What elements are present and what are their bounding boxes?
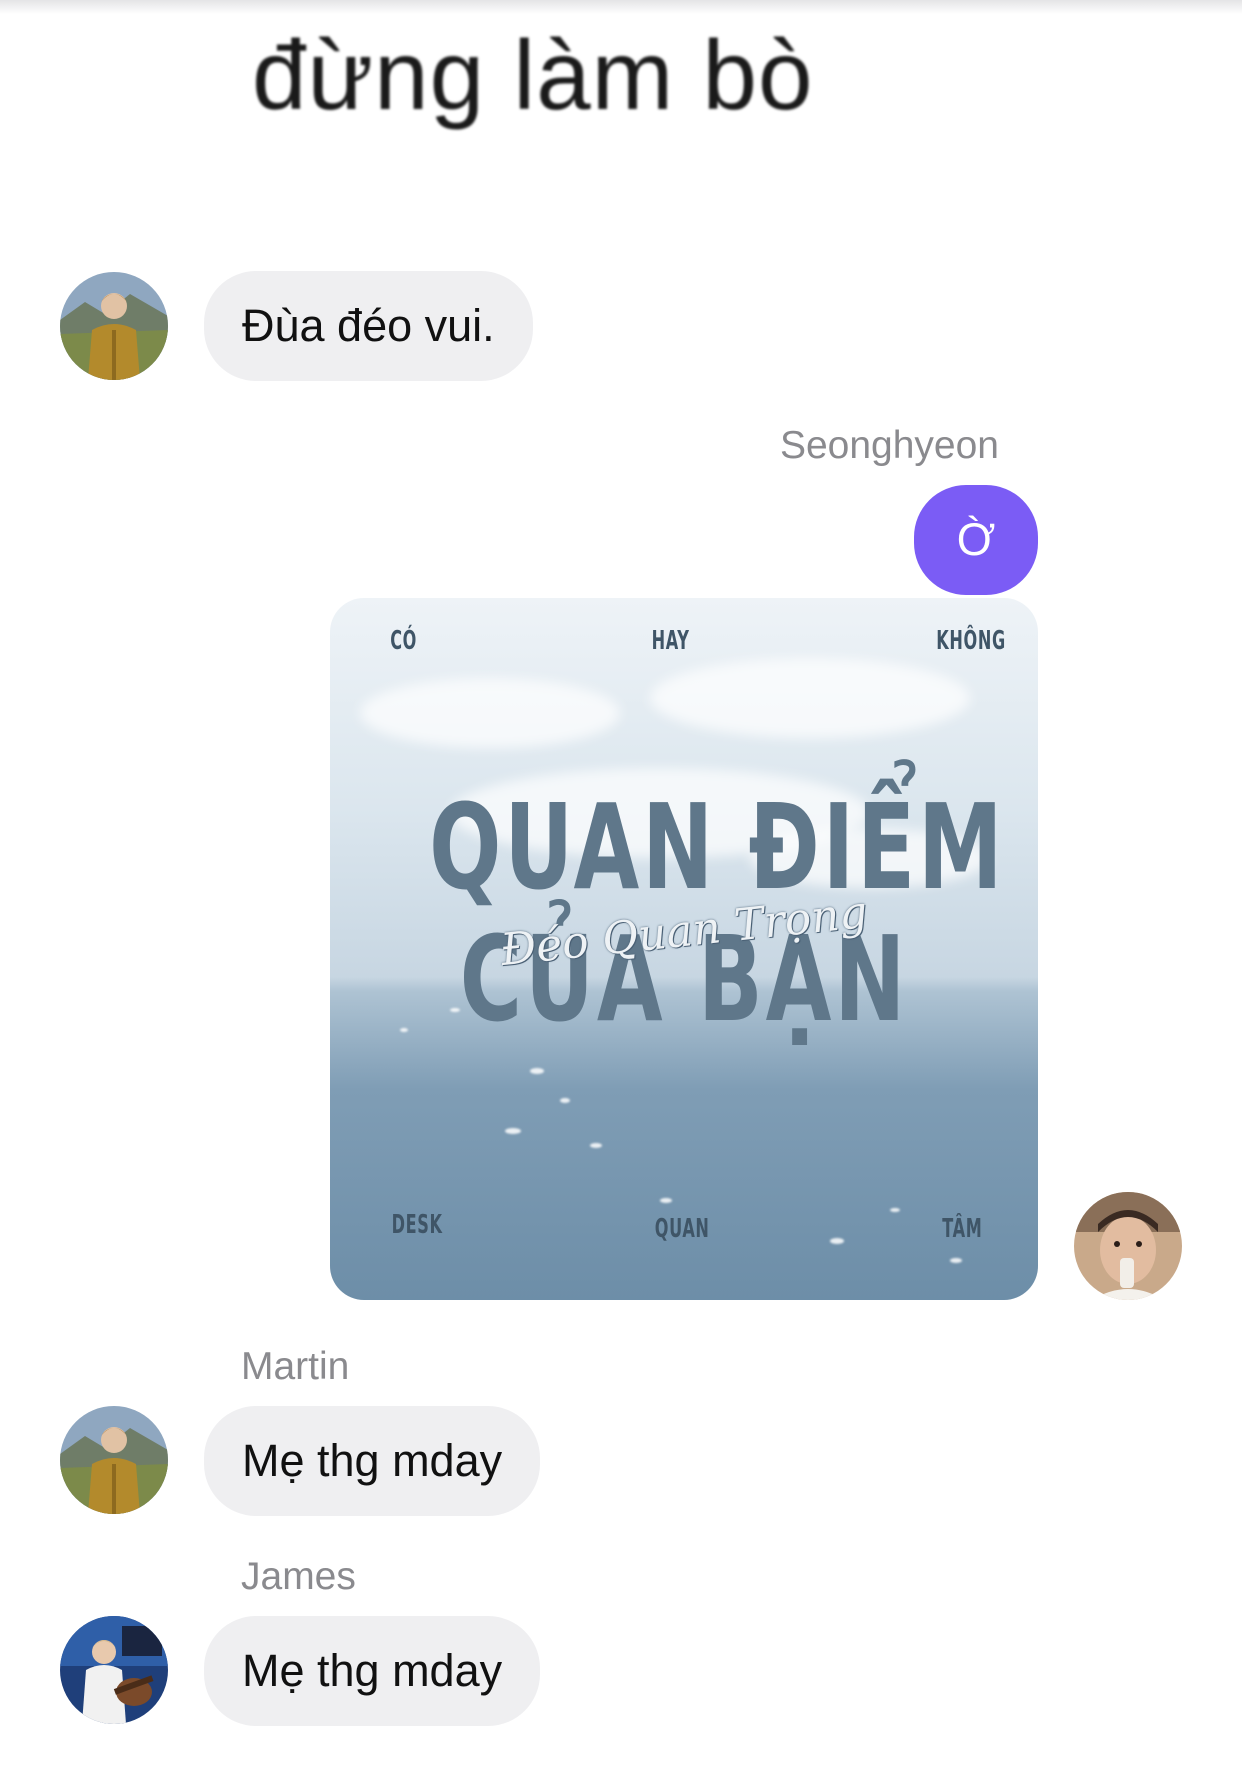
sender-name-seonghyeon: Seonghyeon [779,424,999,467]
avatar-outdoor[interactable] [60,272,168,380]
avatar-guitar[interactable] [60,1616,168,1724]
outgoing-message-bubble[interactable]: Ờ [914,485,1038,595]
cover-word: HAY [651,626,690,656]
cover-word: KHÔNG [936,626,1006,656]
message-bubble[interactable]: Đùa đéo vui. [204,271,533,381]
message-bubble[interactable]: Mẹ thg mday [204,1406,541,1516]
meme-image-caption: đừng làm bò [252,20,814,130]
avatar-outdoor[interactable] [60,1406,168,1514]
sender-name-martin: Martin [241,1345,350,1388]
cover-word: DESK [391,1210,443,1240]
sender-name-james: James [241,1555,356,1598]
cover-word: CÓ [390,626,417,656]
top-edge-shadow [0,0,1242,14]
cover-word: TÂM [942,1214,983,1244]
avatar-self[interactable] [1074,1192,1182,1300]
shared-album-cover-image[interactable]: CÓ HAY KHÔNG QUAN ĐIỂM CỦA BẠN Đéo Quan … [330,598,1038,1300]
cover-word: QUAN [654,1214,710,1244]
message-bubble[interactable]: Mẹ thg mday [204,1616,541,1726]
